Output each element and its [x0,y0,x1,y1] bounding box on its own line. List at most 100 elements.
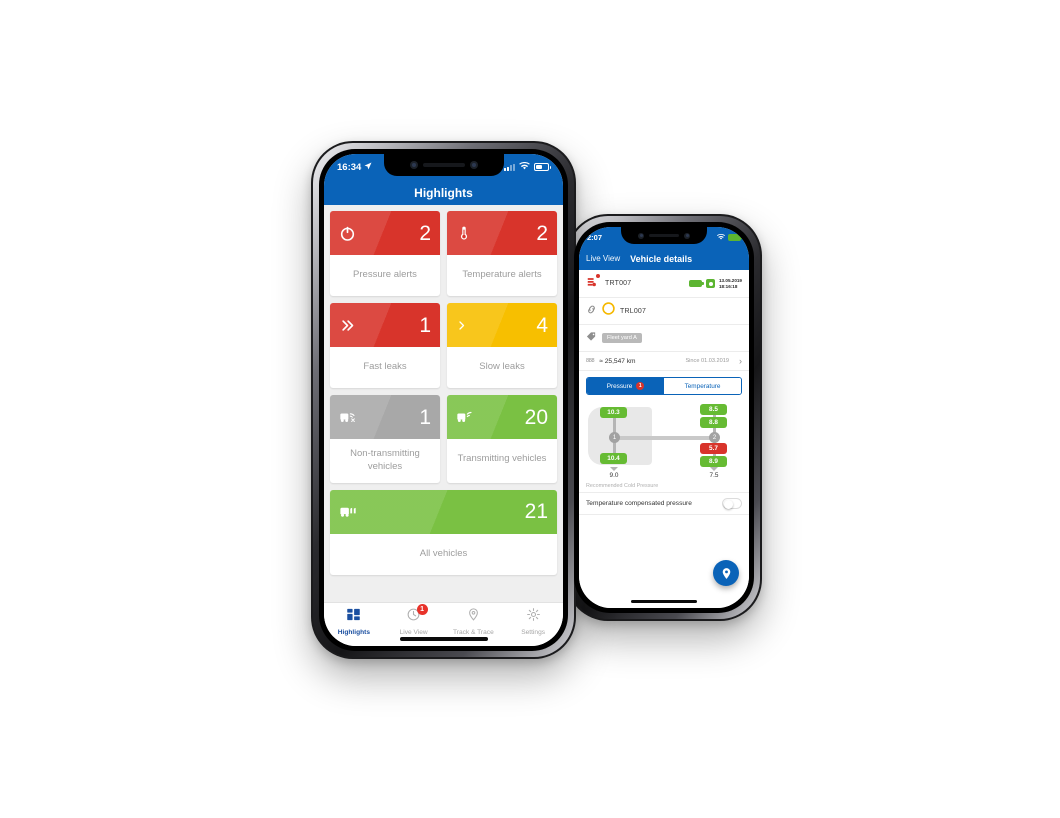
card-all-vehicles-value: 21 [524,500,548,524]
axle-1-recommended: 9.0 [597,467,631,479]
trailer-id: TRL007 [620,307,647,315]
single-chevron-icon [456,318,468,333]
vehicle-no-signal-icon [339,410,359,425]
back-phone-bezel: 2:07 Live View Vehicle details TRT007 13… [574,222,754,613]
odometer-value: ≈ 25,547 km [599,357,636,365]
tyre-a2-3[interactable]: 5.7 [700,443,727,454]
back-phone-screen: 2:07 Live View Vehicle details TRT007 13… [579,227,749,608]
chevron-right-icon[interactable]: › [739,356,742,366]
front-phone-notch [383,154,504,176]
chassis-line [609,436,717,440]
card-pressure-alerts-header: 2 [330,211,440,255]
highlights-card-grid: 2 Pressure alerts 2 Temperature alerts 1… [330,211,557,483]
card-pressure-alerts-value: 2 [419,221,431,245]
tab-live-view[interactable]: 1 Live View [384,604,444,636]
card-transmitting-vehicles[interactable]: 20 Transmitting vehicles [447,395,557,483]
card-fast-leaks-label: Fast leaks [363,361,407,373]
tyre-a2-1[interactable]: 8.5 [700,404,727,415]
vehicle-battery-icon [689,280,704,287]
axle-2-hub: 2 [709,432,720,443]
screenshot-stage: 2:07 Live View Vehicle details TRT007 13… [0,0,1060,818]
card-fast-leaks[interactable]: 1 Fast leaks [330,303,440,388]
tab-track-and-trace-label: Track & Trace [452,629,494,636]
map-location-fab[interactable] [713,560,739,586]
tab-temperature-label: Temperature [684,382,721,390]
back-nav-bar: Live View Vehicle details [579,247,749,270]
card-non-transmitting-header: 1 [330,395,440,439]
temperature-compensated-row[interactable]: Temperature compensated pressure [579,492,749,515]
tyre-a1-left[interactable]: 10.3 [600,407,627,418]
reading-time: 18:16:18 [719,283,738,289]
grid-icon [346,607,361,627]
fleet-tag: Fleet yard A [602,333,642,343]
front-camera-icon [409,161,418,169]
card-fast-leaks-value: 1 [419,313,431,337]
front-phone-device: 16:34 Highlights 2 Pressure alerts 2 Tem… [311,141,576,659]
tyre-a1-right[interactable]: 10.4 [600,453,627,464]
front-camera-icon [638,232,644,239]
pressure-alert-badge: 1 [636,382,645,390]
card-transmitting-label: Transmitting vehicles [457,453,547,465]
face-id-sensor-icon [684,232,690,239]
live-view-badge: 1 [416,604,428,615]
double-chevron-icon [339,318,356,333]
wifi-icon [717,233,725,242]
axle-1-hub: 1 [609,432,620,443]
tab-settings-label: Settings [521,629,546,636]
thermometer-icon [456,225,472,241]
back-status-time: 2:07 [587,232,603,242]
gear-icon [526,607,541,627]
odometer-since: Since 01.03.2019 [685,358,729,364]
card-fast-leaks-header: 1 [330,303,440,347]
temperature-compensated-label: Temperature compensated pressure [586,500,692,507]
trailer-icon [602,302,615,320]
card-pressure-alerts[interactable]: 2 Pressure alerts [330,211,440,296]
odometer-row[interactable]: 888 ≈ 25,547 km Since 01.03.2019 › [579,352,749,371]
tab-track-and-trace[interactable]: Track & Trace [444,607,504,636]
card-slow-leaks[interactable]: 4 Slow leaks [447,303,557,388]
multiple-vehicles-icon [339,504,363,520]
back-button[interactable]: Live View [586,254,620,263]
card-slow-leaks-label: Slow leaks [479,361,525,373]
tag-icon [586,329,597,347]
front-page-title: Highlights [324,180,563,205]
tyre-a2-4[interactable]: 8.9 [700,456,727,467]
trailer-row[interactable]: TRL007 [579,298,749,325]
reading-date: 13.05.2019 [719,277,742,283]
tab-pressure[interactable]: Pressure 1 [587,378,664,394]
back-home-indicator [631,600,697,603]
truck-row[interactable]: TRT007 13.05.2019 18:16:18 [579,270,749,298]
signal-bars-icon [504,163,515,171]
pressure-temperature-segment[interactable]: Pressure 1 Temperature [586,377,742,395]
earpiece-speaker [422,163,465,167]
truck-icon [586,273,601,293]
front-phone-bezel: 16:34 Highlights 2 Pressure alerts 2 Tem… [319,149,568,651]
back-page-title: Vehicle details [630,253,693,264]
link-icon [586,302,597,320]
map-pin-icon [466,607,481,627]
tab-highlights[interactable]: Highlights [324,607,384,636]
card-temperature-alerts[interactable]: 2 Temperature alerts [447,211,557,296]
card-all-vehicles[interactable]: 21 All vehicles [330,489,557,575]
front-home-indicator [399,637,488,641]
temperature-compensated-toggle[interactable] [722,498,742,509]
tab-temperature[interactable]: Temperature [664,378,741,394]
card-all-vehicles-label: All vehicles [419,547,468,559]
tab-live-view-label: Live View [399,629,428,636]
tag-row[interactable]: Fleet yard A [579,325,749,352]
card-transmitting-header: 20 [447,395,557,439]
card-transmitting-value: 20 [524,405,548,429]
recommended-cold-pressure-label: Recommended Cold Pressure [586,483,659,489]
wifi-icon [519,161,530,173]
card-temperature-alerts-value: 2 [536,221,548,245]
back-phone-device: 2:07 Live View Vehicle details TRT007 13… [566,214,762,621]
tab-settings[interactable]: Settings [503,607,563,636]
tyre-pressure-diagram: 1 2 10.3 10.4 8.5 8.8 5.7 8.9 9.0 7.5 [586,403,742,481]
card-pressure-alerts-label: Pressure alerts [353,269,417,281]
back-phone-notch [621,227,707,244]
axle-2-recommended: 7.5 [697,467,731,479]
vehicle-signal-icon [456,410,476,425]
card-slow-leaks-value: 4 [536,313,548,337]
card-non-transmitting-vehicles[interactable]: 1 Non-transmitting vehicles [330,395,440,483]
tyre-a2-2[interactable]: 8.8 [700,417,727,428]
